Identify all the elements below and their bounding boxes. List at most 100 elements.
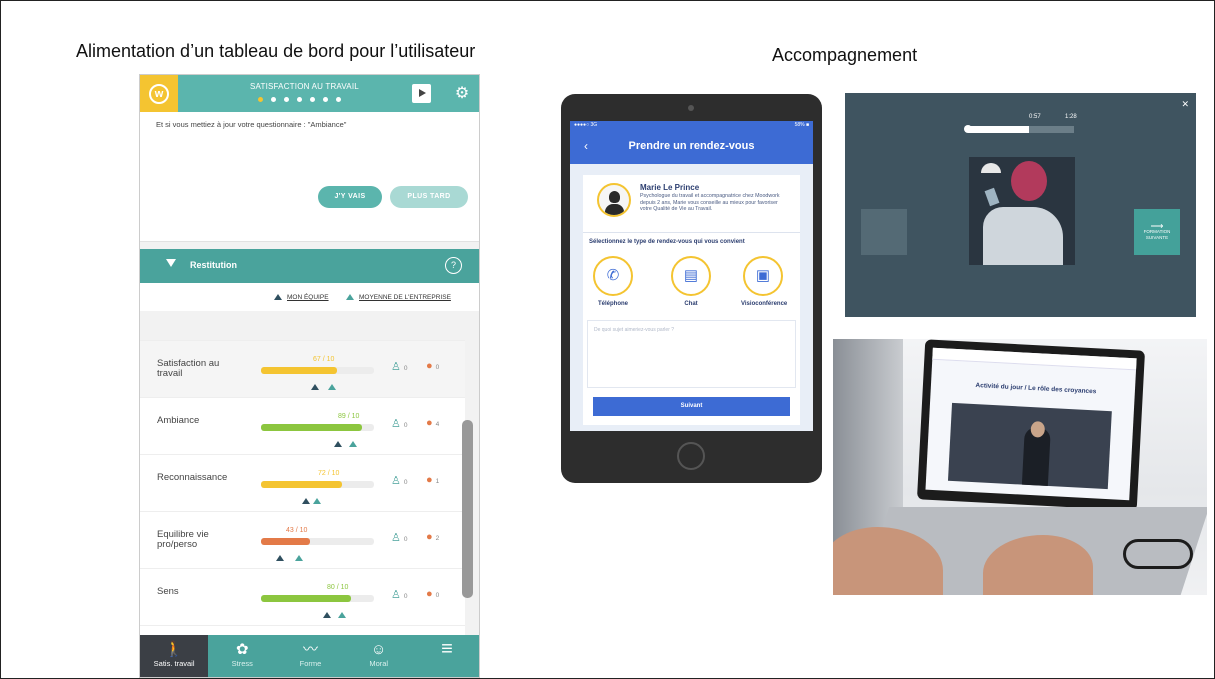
score-fill [261,538,310,545]
tab-smiley[interactable]: ☺ Moral [345,635,413,677]
tab-label: Satis. travail [153,659,195,668]
expert-bio: Psychologue du travail et accompagnatric… [640,193,780,212]
head-glow-shape [1011,161,1047,201]
score-row-label: Ambiance [157,415,200,426]
score-track [261,424,374,431]
video-progress-bar[interactable] [968,126,1074,133]
app-logo[interactable]: w [140,75,178,112]
idea-count: 0 [435,592,440,599]
progress-dot [336,97,341,102]
gear-icon[interactable]: ⚙ [443,80,479,110]
laptop-lid: Activité du jour / Le rôle des croyances [916,339,1146,511]
appointment-type-label: Visioconférence [741,301,788,307]
score-value: 67 / 10 [313,356,335,363]
rocket-icon: ♙0 [391,475,408,487]
later-button[interactable]: PLUS TARD [390,186,468,208]
score-row-label: Equilibre vie pro/perso [157,529,209,550]
questionnaire-progress-dots [258,97,341,102]
phone-app-mockup: w SATISFACTION AU TRAVAIL ⚙ Et si vous m… [139,74,480,678]
team-marker-icon [276,555,284,561]
appointment-type-option[interactable]: ✆ Téléphone [591,256,635,307]
laptop-screen-header [932,347,1137,371]
appointment-type-option[interactable]: ▣ Visioconférence [741,256,788,307]
score-track [261,538,374,545]
legend-company[interactable]: MOYENNE DE L'ENTREPRISE [346,294,451,301]
score-value: 80 / 10 [327,584,349,591]
progress-dot [258,97,263,102]
video-player: ✕ 0:57 1:28 ⟶ FORMATION SUIVANTE [845,93,1196,317]
progress-dot [323,97,328,102]
scrollbar[interactable] [462,420,473,598]
appointment-type-icon: ▣ [743,256,783,296]
progress-dot [284,97,289,102]
tab-person[interactable]: 🚶 Satis. travail [140,635,209,677]
lotus-icon: ✿ [236,641,249,658]
questionnaire-invite-card: Et si vous mettiez à jour votre question… [140,112,479,242]
progress-dot [297,97,302,102]
message-textarea[interactable]: De quoi sujet aimeriez-vous parler ? [587,320,796,388]
score-track [261,481,374,488]
score-fill [261,424,362,431]
rocket-count: 0 [403,479,408,486]
camera-dot [688,105,694,111]
score-markers [311,376,341,394]
figure-shape [983,207,1063,265]
expert-name: Marie Le Prince [640,183,700,192]
laptop-screen-title: Activité du jour / Le rôle des croyances [975,382,1097,396]
legend-team[interactable]: MON ÉQUIPE [274,294,329,301]
phone-shape [984,187,1000,207]
idea-count: 2 [435,535,440,542]
rocket-icon: ♙0 [391,532,408,544]
rocket-icon: ♙0 [391,589,408,601]
laptop-photo: Activité du jour / Le rôle des croyances [833,339,1207,595]
logo-icon: w [149,83,169,104]
score-markers [276,547,308,565]
header-title: SATISFACTION AU TRAVAIL [250,82,359,91]
rocket-count: 0 [403,536,408,543]
lightbulb-icon: ● 0 [426,360,440,372]
next-training-label: FORMATION SUIVANTE [1143,229,1171,240]
go-button[interactable]: J'Y VAIS [318,186,382,208]
support-section-title: Accompagnement [772,45,918,65]
appointment-card: Marie Le Prince Psychologue du travail e… [583,175,800,425]
tab-menu[interactable]: ≡ [413,635,479,677]
score-row[interactable]: Equilibre vie pro/perso 43 / 10 ♙ 0 ● 2 [140,511,465,568]
tab-label: Stress [231,659,253,668]
restitution-section-header[interactable]: Restitution ? [140,249,479,283]
video-progress-fill [968,126,1029,133]
heartbeat-icon: 〰 [303,641,319,658]
status-carrier: ●●●●○ 3G [574,122,598,128]
play-icon[interactable] [412,84,431,103]
appointment-type-option[interactable]: ▤ Chat [669,256,713,307]
next-button[interactable]: Suivant [593,397,790,416]
company-marker-icon [346,294,354,300]
next-training-button[interactable]: ⟶ FORMATION SUIVANTE [1134,209,1180,255]
tab-lotus[interactable]: ✿ Stress [208,635,276,677]
tab-heartbeat[interactable]: 〰 Forme [276,635,344,677]
video-current-time: 0:57 [1029,114,1041,120]
rocket-count: 0 [403,593,408,600]
help-icon[interactable]: ? [445,257,462,274]
score-row[interactable]: Ambiance 89 / 10 ♙ 0 ● 4 [140,397,465,454]
person-icon: 🚶 [164,641,184,658]
progress-dot [271,97,276,102]
progress-dot [310,97,315,102]
close-icon[interactable]: ✕ [1181,99,1189,110]
video-scrubber-handle[interactable] [964,125,972,133]
home-button[interactable] [677,442,705,470]
bottom-tab-bar: 🚶 Satis. travail ✿ Stress 〰 Forme ☺ Moral ≡ [140,635,479,677]
score-row[interactable]: Reconnaissance 72 / 10 ♙ 0 ● 1 [140,454,465,511]
lightbulb-icon: ● 0 [426,588,440,600]
menu-icon: ≡ [441,638,453,660]
score-row[interactable]: Sens 80 / 10 ♙ 0 ● 0 [140,568,465,625]
appointment-type-icon: ✆ [593,256,633,296]
lightbulb-icon: ● 4 [426,417,440,429]
restitution-title: Restitution [190,260,237,270]
previous-training-button[interactable] [861,209,907,255]
score-track [261,595,374,602]
nav-title: Prendre un rendez-vous [628,140,755,152]
appointment-type-icon: ▤ [671,256,711,296]
lamp-shape [981,163,1001,173]
appointment-type-label: Chat [684,301,698,307]
score-row[interactable]: Satisfaction au travail 67 / 10 ♙ 0 ● 0 [140,340,465,397]
